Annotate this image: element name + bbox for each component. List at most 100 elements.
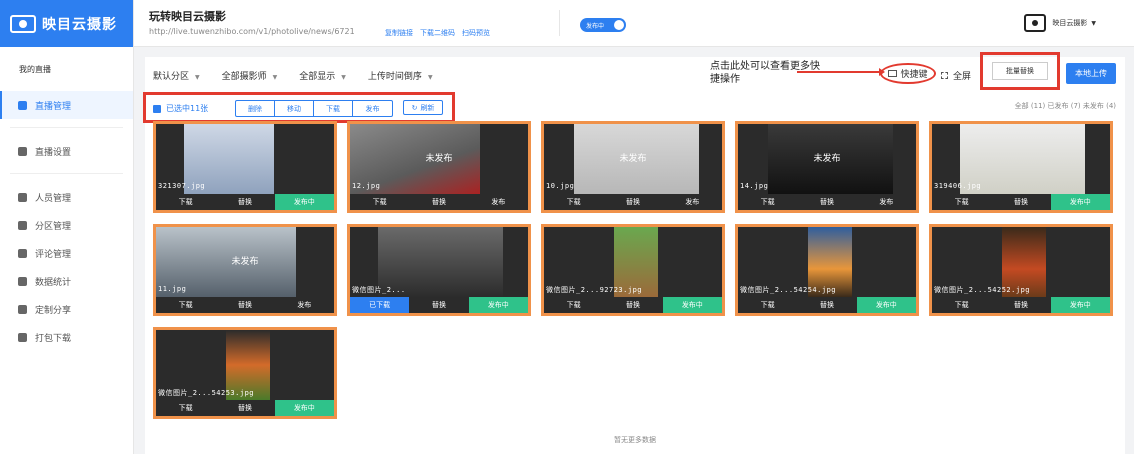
photo-replace-button[interactable]: 替换 [797,194,857,210]
photo-download-button[interactable]: 已下载 [350,297,410,313]
photo-card[interactable]: 未发布 11.jpg 下载 替换 发布 [153,224,337,316]
no-more-data: 暂无更多数据 [614,436,656,444]
download-button[interactable]: 下载 [314,101,353,116]
photo-replace-button[interactable]: 替换 [215,400,275,416]
delete-button[interactable]: 删除 [236,101,275,116]
sidebar-item-comments[interactable]: 评论管理 [0,239,133,267]
user-menu[interactable]: 映目云摄影 ▼ [1024,14,1096,32]
photo-publish-button[interactable]: 发布 [662,194,722,210]
select-all-checkbox[interactable]: 已选中11张 [153,103,208,114]
photo-publish-button[interactable]: 发布中 [468,297,528,313]
photo-publish-button[interactable]: 发布中 [274,400,334,416]
avatar [1024,14,1047,32]
photo-filename: 微信图片_2...54253.jpg [158,389,255,397]
header: 玩转映目云摄影 http://live.tuwenzhibo.com/v1/ph… [134,0,1134,47]
photo-card[interactable]: 321307.jpg 下载 替换 发布中 [153,121,337,213]
photo-card[interactable]: 微信图片_2...54254.jpg 下载 替换 发布中 [735,224,919,316]
download-qrcode-button[interactable]: 下载二维码 [420,28,455,38]
photo-download-button[interactable]: 下载 [738,297,798,313]
photo-publish-button[interactable]: 发布中 [856,297,916,313]
sidebar-item-sections[interactable]: 分区管理 [0,211,133,239]
photo-action-bar: 下载 替换 发布中 [932,297,1110,313]
filter-sort[interactable]: 上传时间倒序 ▼ [368,69,433,82]
filter-display[interactable]: 全部显示 ▼ [299,69,346,82]
fullscreen-icon [941,72,948,79]
photo-replace-button[interactable]: 替换 [215,194,275,210]
photo-action-bar: 下载 替换 发布 [156,297,334,313]
photo-filename: 319406.jpg [934,182,982,190]
photo-download-button[interactable]: 下载 [544,297,604,313]
photo-publish-button[interactable]: 发布 [856,194,916,210]
photo-card[interactable]: 微信图片_2...54252.jpg 下载 替换 发布中 [929,224,1113,316]
photo-download-button[interactable]: 下载 [932,194,992,210]
photo-action-bar: 下载 替换 发布 [544,194,722,210]
photo-action-bar: 下载 替换 发布中 [156,400,334,416]
annotation-arrow [797,68,885,76]
photo-download-button[interactable]: 下载 [350,194,410,210]
sidebar-item-live-manage[interactable]: 直播管理 [0,91,133,119]
sidebar-item-staff[interactable]: 人员管理 [0,183,133,211]
logo-icon [10,14,36,33]
photo-replace-button[interactable]: 替换 [409,194,469,210]
photo-replace-button[interactable]: 替换 [797,297,857,313]
photo-card[interactable]: 微信图片_2...54253.jpg 下载 替换 发布中 [153,327,337,419]
photo-publish-button[interactable]: 发布中 [1050,194,1110,210]
gear-icon [18,146,27,156]
photo-publish-button[interactable]: 发布中 [274,194,334,210]
photo-card[interactable]: 微信图片_2... 已下载 替换 发布中 [347,224,531,316]
photo-download-button[interactable]: 下载 [932,297,992,313]
photo-download-button[interactable]: 下载 [544,194,604,210]
refresh-button[interactable]: ↻ 刷新 [403,100,443,115]
fullscreen-button[interactable]: 全屏 [941,69,971,82]
photo-download-button[interactable]: 下载 [156,400,216,416]
photo-download-button[interactable]: 下载 [738,194,798,210]
sidebar-item-stats[interactable]: 数据统计 [0,267,133,295]
sidebar-item-label: 评论管理 [35,249,72,260]
photo-replace-button[interactable]: 替换 [409,297,469,313]
photo-publish-button[interactable]: 发布 [468,194,528,210]
photo-card[interactable]: 未发布 12.jpg 下载 替换 发布 [347,121,531,213]
local-upload-button[interactable]: 本地上传 [1066,63,1116,84]
unpublished-label: 未发布 [425,154,453,164]
sidebar-item-download[interactable]: 打包下载 [0,323,133,351]
batch-replace-button[interactable]: 批量替换 [992,62,1048,80]
photo-filename: 321307.jpg [158,182,206,190]
toggle-knob [614,20,624,30]
photo-card[interactable]: 未发布 14.jpg 下载 替换 发布 [735,121,919,213]
photo-publish-button[interactable]: 发布中 [662,297,722,313]
photo-replace-button[interactable]: 替换 [603,194,663,210]
move-button[interactable]: 移动 [275,101,314,116]
photo-card[interactable]: 未发布 10.jpg 下载 替换 发布 [541,121,725,213]
sidebar-section-title: 我的直播 [19,65,51,74]
sidebar-item-share[interactable]: 定制分享 [0,295,133,323]
page-title: 玩转映目云摄影 [149,10,226,23]
publish-status-toggle[interactable]: 发布中 [580,18,626,32]
photo-filename: 11.jpg [158,285,187,293]
refresh-icon: ↻ [411,103,418,112]
filter-photographer[interactable]: 全部摄影师 ▼ [222,69,278,82]
photo-card[interactable]: 319406.jpg 下载 替换 发布中 [929,121,1113,213]
shortcut-button[interactable]: 快捷键 [880,63,936,84]
photo-replace-button[interactable]: 替换 [603,297,663,313]
photo-action-bar: 下载 替换 发布 [350,194,528,210]
photo-download-button[interactable]: 下载 [156,194,216,210]
filter-section[interactable]: 默认分区 ▼ [153,69,200,82]
sidebar-item-live-settings[interactable]: 直播设置 [0,137,133,165]
pie-chart-icon [18,276,27,286]
photo-download-button[interactable]: 下载 [156,297,216,313]
photo-publish-button[interactable]: 发布 [274,297,334,313]
logo[interactable]: 映目云摄影 [0,0,133,47]
publish-button[interactable]: 发布 [353,101,392,116]
photo-card[interactable]: 微信图片_2...92723.jpg 下载 替换 发布中 [541,224,725,316]
photo-publish-button[interactable]: 发布中 [1050,297,1110,313]
photo-filename: 10.jpg [546,182,575,190]
photo-replace-button[interactable]: 替换 [991,194,1051,210]
photo-action-bar: 下载 替换 发布中 [738,297,916,313]
photo-action-bar: 下载 替换 发布中 [544,297,722,313]
photo-replace-button[interactable]: 替换 [215,297,275,313]
batch-actions: 删除 移动 下载 发布 [235,100,393,117]
copy-link-button[interactable]: 复制链接 [385,28,413,38]
sidebar-item-label: 打包下载 [35,333,72,344]
scan-preview-button[interactable]: 扫码预览 [462,28,490,38]
photo-replace-button[interactable]: 替换 [991,297,1051,313]
